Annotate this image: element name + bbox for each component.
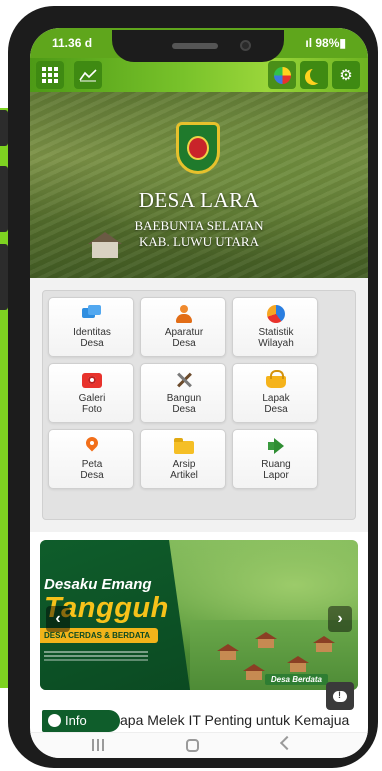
chat-feedback-button[interactable] <box>326 682 354 710</box>
menu-label-line2: Artikel <box>170 470 198 481</box>
menu-grid: Identitas Desa Aparatur Desa Statistik Wila… <box>42 290 356 520</box>
info-icon <box>48 714 61 727</box>
house-decoration <box>255 632 277 648</box>
banner-title-line1: Desaku Emang <box>44 576 152 593</box>
pie-chart-icon <box>267 305 285 323</box>
chat-bubbles-icon <box>82 305 102 323</box>
menu-label-line1: Peta <box>81 459 103 470</box>
map-pin-icon <box>82 437 102 455</box>
info-badge: Info <box>42 710 120 732</box>
chevron-left-icon[interactable]: ‹ <box>46 606 70 632</box>
banner-caption: Desa Berdata <box>264 674 328 685</box>
news-ticker[interactable]: Info apa Melek IT Penting untuk Kemajua <box>42 710 368 732</box>
banner-fine-print <box>44 651 148 653</box>
front-camera <box>240 40 251 51</box>
speaker-grille <box>172 43 218 49</box>
menu-label-line2: Wilayah <box>258 338 294 349</box>
house-decoration <box>313 636 335 652</box>
regency-name: KAB. LUWU UTARA <box>139 234 259 249</box>
promo-banner-slider[interactable]: Desaku Emang Tangguh DESA CERDAS & BERDA… <box>40 540 358 690</box>
phone-volume-button <box>0 166 8 232</box>
menu-item-peta-desa[interactable]: Peta Desa <box>48 429 134 489</box>
menu-label-line2: Foto <box>81 404 102 415</box>
status-time: 11.36 d <box>52 36 93 50</box>
home-icon[interactable] <box>186 739 199 752</box>
regency-emblem-icon <box>176 122 220 174</box>
menu-label-line1: Statistik <box>258 327 294 338</box>
menu-label-line2: Desa <box>172 338 196 349</box>
chevron-right-icon[interactable]: › <box>328 606 352 632</box>
phone-volume-button <box>0 110 8 146</box>
moon-icon[interactable] <box>300 61 328 89</box>
basket-icon <box>266 370 286 388</box>
phone-screen: 11.36 d ıl 98%▮ ⚙ DESA LARA BAEBUNTA SEL… <box>30 28 368 758</box>
house-decoration <box>287 656 309 672</box>
menu-label-line1: Bangun <box>166 393 202 404</box>
grid-menu-icon[interactable] <box>36 61 64 89</box>
camera-icon <box>82 373 102 388</box>
gear-icon[interactable]: ⚙ <box>332 61 360 89</box>
menu-label-line1: Ruang <box>261 459 291 470</box>
tools-icon <box>174 371 194 389</box>
house-decoration <box>217 644 239 660</box>
menu-item-galeri-foto[interactable]: Galeri Foto <box>48 363 134 423</box>
menu-section: Identitas Desa Aparatur Desa Statistik Wila… <box>30 278 368 532</box>
menu-item-statistik-wilayah[interactable]: Statistik Wilayah <box>232 297 318 357</box>
color-palette-icon[interactable] <box>268 61 296 89</box>
hero-banner: DESA LARA BAEBUNTA SELATAN KAB. LUWU UTA… <box>30 92 368 278</box>
line-chart-icon[interactable] <box>74 61 102 89</box>
phone-notch <box>112 30 284 62</box>
district-name: BAEBUNTA SELATAN <box>134 218 264 233</box>
menu-item-ruang-lapor[interactable]: Ruang Lapor <box>232 429 318 489</box>
menu-label-line2: Desa <box>264 404 288 415</box>
folder-icon <box>174 438 194 454</box>
battery-indicator: ıl 98%▮ <box>305 36 346 50</box>
menu-label-line1: Identitas <box>73 327 111 338</box>
menu-label-line1: Lapak <box>262 393 290 404</box>
back-icon[interactable] <box>279 735 295 751</box>
menu-item-arsip-artikel[interactable]: Arsip Artikel <box>140 429 226 489</box>
megaphone-icon <box>266 437 286 455</box>
info-badge-label: Info <box>65 713 87 728</box>
system-navigation-bar <box>30 732 368 758</box>
menu-label-line1: Aparatur <box>164 327 204 338</box>
ticker-headline[interactable]: apa Melek IT Penting untuk Kemajua <box>120 712 349 728</box>
village-title: DESA LARA <box>138 188 260 212</box>
menu-item-identitas-desa[interactable]: Identitas Desa <box>48 297 134 357</box>
menu-item-aparatur-desa[interactable]: Aparatur Desa <box>140 297 226 357</box>
menu-item-bangun-desa[interactable]: Bangun Desa <box>140 363 226 423</box>
menu-item-lapak-desa[interactable]: Lapak Desa <box>232 363 318 423</box>
menu-label-line1: Arsip <box>172 459 196 470</box>
chat-icon <box>333 690 347 702</box>
menu-label-line2: Desa <box>80 470 104 481</box>
menu-label-line1: Galeri <box>78 393 106 404</box>
menu-label-line2: Lapor <box>263 470 289 481</box>
menu-label-line2: Desa <box>80 338 104 349</box>
phone-frame: 11.36 d ıl 98%▮ ⚙ DESA LARA BAEBUNTA SEL… <box>8 6 378 768</box>
phone-side-button <box>0 244 8 310</box>
menu-label-line2: Desa <box>172 404 196 415</box>
recent-apps-icon[interactable] <box>92 739 104 751</box>
app-bar: ⚙ <box>30 58 368 92</box>
house-decoration <box>243 664 265 680</box>
person-icon <box>174 305 194 323</box>
